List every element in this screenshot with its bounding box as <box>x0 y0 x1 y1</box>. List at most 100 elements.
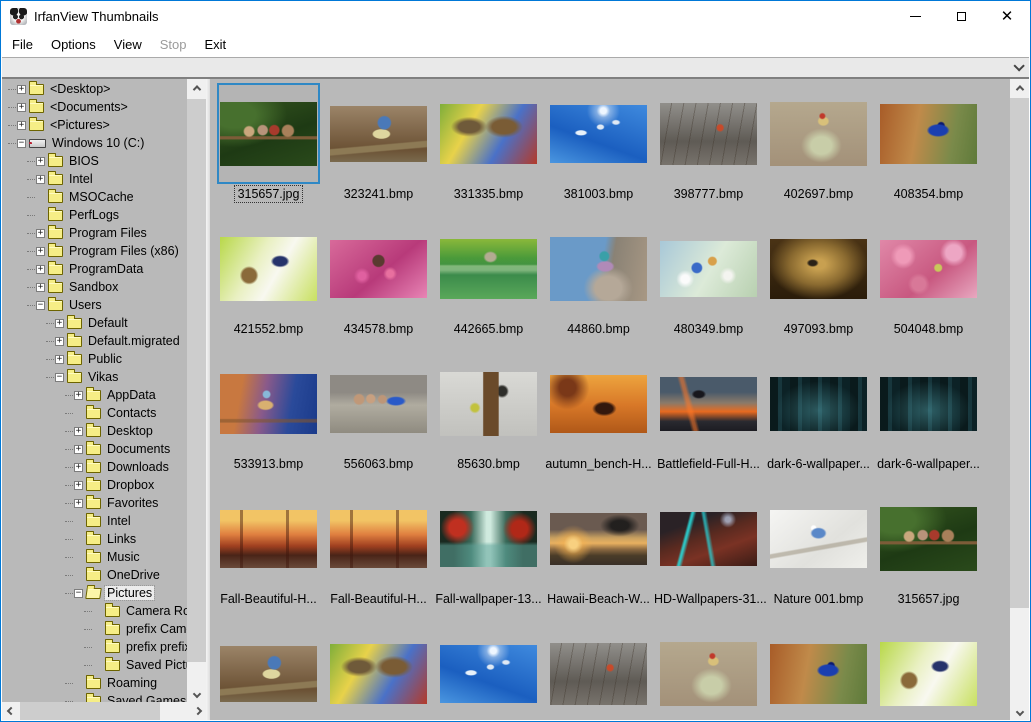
expand-icon[interactable]: + <box>74 499 83 508</box>
thumbnail-image[interactable] <box>770 644 867 704</box>
thumbnail-cell[interactable] <box>217 623 320 720</box>
thumbnail-image[interactable] <box>440 239 537 299</box>
thumbnail-image[interactable] <box>660 377 757 431</box>
tree-item-sandbox[interactable]: +Sandbox <box>2 278 187 296</box>
close-button[interactable]: ✕ <box>984 1 1030 32</box>
tree-item-windows-10-c[interactable]: −Windows 10 (C:) <box>2 134 187 152</box>
thumbnail-cell[interactable] <box>767 623 870 720</box>
scroll-left-button[interactable] <box>2 702 19 720</box>
tree-item-pictures[interactable]: −Pictures <box>2 584 187 602</box>
thumbnail-cell[interactable] <box>327 488 430 589</box>
thumbnail-cell[interactable] <box>437 83 540 184</box>
tree-item-default-migrated[interactable]: +Default.migrated <box>2 332 187 350</box>
tree-item-saved-picture[interactable]: Saved Picture <box>2 656 187 674</box>
tree-item-vikas[interactable]: −Vikas <box>2 368 187 386</box>
tree-item-roaming[interactable]: Roaming <box>2 674 187 692</box>
tree-horizontal-scrollbar[interactable] <box>2 702 206 720</box>
thumbnail-cell[interactable] <box>767 488 870 589</box>
scroll-up-button[interactable] <box>187 79 206 96</box>
grid-vertical-scrollbar[interactable] <box>1010 79 1029 720</box>
tree-hscroll-thumb[interactable] <box>20 702 160 720</box>
expand-icon[interactable]: + <box>36 283 45 292</box>
thumbnail-image[interactable] <box>660 103 757 165</box>
thumbnail-cell[interactable] <box>657 218 760 319</box>
thumbnail-image[interactable] <box>660 642 757 706</box>
menu-exit[interactable]: Exit <box>195 34 235 55</box>
chevron-down-icon[interactable] <box>1013 60 1024 71</box>
scroll-up-button[interactable] <box>1010 79 1029 96</box>
thumbnail-image[interactable] <box>880 507 977 571</box>
maximize-button[interactable] <box>938 1 984 32</box>
thumbnail-cell[interactable] <box>437 623 540 720</box>
thumbnail-image[interactable] <box>660 241 757 297</box>
expand-icon[interactable]: + <box>55 319 64 328</box>
expand-icon[interactable]: + <box>36 175 45 184</box>
menu-options[interactable]: Options <box>42 34 105 55</box>
thumbnail-image[interactable] <box>440 511 537 567</box>
thumbnail-image[interactable] <box>220 646 317 702</box>
thumbnail-image[interactable] <box>770 510 867 568</box>
tree-item-users[interactable]: −Users <box>2 296 187 314</box>
tree-item-camera-roll[interactable]: Camera Roll <box>2 602 187 620</box>
thumbnail-cell[interactable] <box>547 83 650 184</box>
tree-item-pictures[interactable]: +<Pictures> <box>2 116 187 134</box>
scroll-down-button[interactable] <box>1010 703 1029 720</box>
tree-item-links[interactable]: Links <box>2 530 187 548</box>
thumbnail-image[interactable] <box>330 240 427 298</box>
thumbnail-cell[interactable] <box>547 218 650 319</box>
grid-scroll-thumb[interactable] <box>1010 98 1029 608</box>
thumbnail-image[interactable] <box>550 643 647 705</box>
thumbnail-image[interactable] <box>770 239 867 299</box>
tree-item-documents[interactable]: +Documents <box>2 440 187 458</box>
collapse-icon[interactable]: − <box>36 301 45 310</box>
thumbnail-cell[interactable] <box>437 353 540 454</box>
thumbnail-cell[interactable] <box>657 353 760 454</box>
expand-icon[interactable]: + <box>55 337 64 346</box>
thumbnail-cell[interactable] <box>877 353 980 454</box>
thumbnail-cell[interactable] <box>657 488 760 589</box>
tree-item-prefix-camer[interactable]: prefix Camer <box>2 620 187 638</box>
tree-item-favorites[interactable]: +Favorites <box>2 494 187 512</box>
thumbnail-cell[interactable] <box>437 218 540 319</box>
tree-item-perflogs[interactable]: PerfLogs <box>2 206 187 224</box>
collapse-icon[interactable]: − <box>55 373 64 382</box>
expand-icon[interactable]: + <box>74 427 83 436</box>
thumbnail-image[interactable] <box>440 104 537 164</box>
thumbnail-cell[interactable] <box>327 218 430 319</box>
thumbnail-image[interactable] <box>550 513 647 565</box>
tree-item-bios[interactable]: +BIOS <box>2 152 187 170</box>
directory-combobox[interactable] <box>2 57 1029 78</box>
thumbnail-cell[interactable] <box>547 488 650 589</box>
thumbnail-image[interactable] <box>550 105 647 163</box>
tree-item-default[interactable]: +Default <box>2 314 187 332</box>
menu-view[interactable]: View <box>105 34 151 55</box>
expand-icon[interactable]: + <box>17 103 26 112</box>
thumbnail-image[interactable] <box>220 374 317 434</box>
thumbnail-cell[interactable] <box>877 83 980 184</box>
thumbnail-cell[interactable] <box>217 83 320 184</box>
expand-icon[interactable]: + <box>74 445 83 454</box>
scroll-right-button[interactable] <box>189 702 206 720</box>
expand-icon[interactable]: + <box>36 229 45 238</box>
thumbnail-cell[interactable] <box>877 488 980 589</box>
thumbnail-image[interactable] <box>880 642 977 706</box>
thumbnail-cell[interactable] <box>217 218 320 319</box>
thumbnail-cell[interactable] <box>767 353 870 454</box>
tree-item-appdata[interactable]: +AppData <box>2 386 187 404</box>
expand-icon[interactable]: + <box>17 121 26 130</box>
thumbnail-cell[interactable] <box>217 353 320 454</box>
collapse-icon[interactable]: − <box>17 139 26 148</box>
tree-item-prefix-prefix-s[interactable]: prefix prefix S <box>2 638 187 656</box>
thumbnail-image[interactable] <box>440 372 537 436</box>
thumbnail-cell[interactable] <box>217 488 320 589</box>
tree-item-program-files-x86[interactable]: +Program Files (x86) <box>2 242 187 260</box>
thumbnail-cell[interactable] <box>657 83 760 184</box>
tree-vertical-scrollbar[interactable] <box>187 79 206 702</box>
thumbnail-image[interactable] <box>220 237 317 301</box>
expand-icon[interactable]: + <box>17 85 26 94</box>
tree-item-msocache[interactable]: MSOCache <box>2 188 187 206</box>
tree-item-downloads[interactable]: +Downloads <box>2 458 187 476</box>
thumbnail-image[interactable] <box>330 106 427 162</box>
thumbnail-cell[interactable] <box>877 623 980 720</box>
minimize-button[interactable] <box>892 1 938 32</box>
